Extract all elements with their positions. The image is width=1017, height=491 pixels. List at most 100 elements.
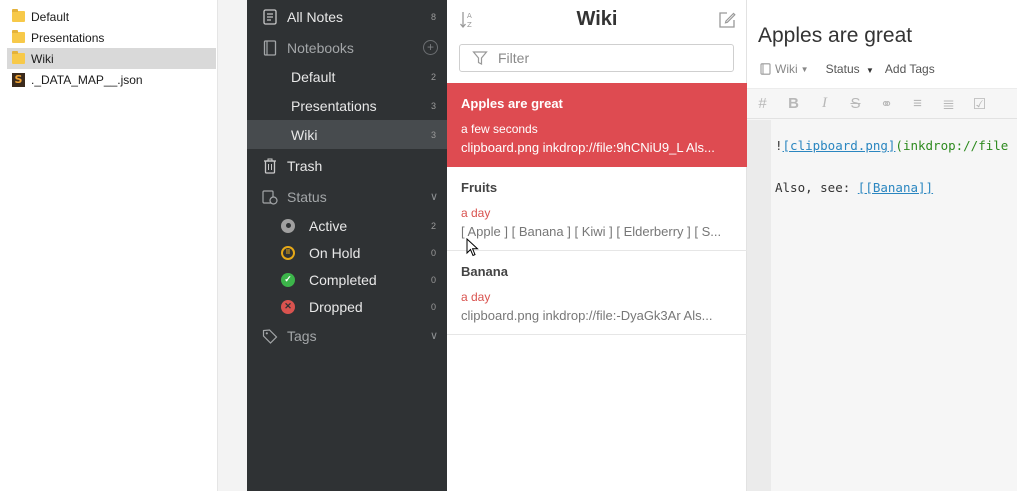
trash-icon — [262, 158, 278, 174]
strikethrough-icon[interactable]: S — [840, 95, 871, 112]
explorer-item-label: ._DATA_MAP__.json — [31, 72, 143, 87]
dropped-status-icon: ✕ — [281, 299, 295, 314]
note-editor: Apples are great Wiki ▼ Status ▼ Add Tag… — [747, 0, 1017, 491]
caret-down-icon: ▼ — [865, 66, 874, 75]
sidebar-item-status-on-hold[interactable]: II On Hold 0 — [247, 238, 447, 267]
new-note-icon[interactable] — [718, 11, 736, 29]
note-list-item[interactable]: Fruits a day [ Apple ] [ Banana ] [ Kiwi… — [447, 167, 747, 251]
sidebar-item-notebook-presentations[interactable]: Presentations 3 — [247, 91, 447, 120]
editor-line-image: ![clipboard.png](inkdrop://file — [775, 138, 1008, 153]
note-date: a day — [461, 290, 491, 304]
note-date: a few seconds — [461, 122, 538, 136]
note-title-input[interactable]: Apples are great — [758, 24, 912, 48]
note-preview: clipboard.png inkdrop://file:-DyaGk3Ar A… — [461, 308, 713, 323]
caret-down-icon: ▼ — [800, 64, 809, 74]
status-icon — [262, 189, 278, 205]
status-selector[interactable]: Status ▼ — [826, 62, 874, 76]
note-count: 0 — [430, 274, 436, 285]
explorer-item-label: Default — [31, 9, 70, 24]
sidebar-item-status-dropped[interactable]: ✕ Dropped 0 — [247, 292, 447, 321]
numbered-list-icon[interactable]: ≣ — [933, 95, 964, 113]
sidebar: All Notes 8 Notebooks + Default 2 Presen… — [247, 0, 447, 491]
status-selector-label: Status — [825, 62, 860, 76]
chevron-down-icon[interactable]: ∨ — [430, 329, 438, 342]
note-title: Fruits — [461, 180, 498, 195]
filter-placeholder: Filter — [498, 50, 530, 66]
image-bang: ! — [775, 138, 783, 153]
heading-icon[interactable]: # — [747, 95, 778, 112]
notes-icon — [262, 8, 278, 25]
chevron-down-icon[interactable]: ∨ — [430, 190, 438, 203]
sublime-file-icon: S — [12, 72, 25, 87]
notebook-selector-label: Wiki — [775, 62, 798, 76]
note-date: a day — [461, 206, 491, 220]
add-tags-button[interactable]: Add Tags — [885, 62, 935, 76]
active-status-icon — [281, 218, 295, 233]
line-prefix: Also, see: — [775, 180, 858, 195]
sidebar-section-status[interactable]: Status ∨ — [247, 182, 447, 211]
sidebar-item-label: Completed — [309, 271, 377, 288]
notebook-icon — [262, 39, 278, 56]
image-url: (inkdrop://file — [895, 138, 1009, 153]
explorer-file-data-map[interactable]: S ._DATA_MAP__.json — [7, 69, 216, 90]
bold-icon[interactable]: B — [778, 95, 809, 112]
sidebar-section-label: Tags — [287, 327, 317, 344]
explorer-folder-default[interactable]: Default — [7, 6, 216, 27]
sidebar-item-label: Presentations — [291, 97, 377, 114]
note-preview: [ Apple ] [ Banana ] [ Kiwi ] [ Elderber… — [461, 224, 722, 239]
sidebar-section-label: Status — [287, 188, 327, 205]
app-window: Default Presentations Wiki S ._DATA_MAP_… — [0, 0, 1017, 491]
note-preview: clipboard.png inkdrop://file:9hCNiU9_L A… — [461, 140, 715, 155]
mouse-cursor-icon — [466, 238, 479, 257]
note-list-item[interactable]: Apples are great a few seconds clipboard… — [447, 83, 747, 167]
filter-input[interactable]: Filter — [459, 44, 734, 72]
sidebar-item-label: Wiki — [291, 126, 318, 143]
notebook-title: Wiki — [576, 8, 618, 30]
image-link-text[interactable]: [clipboard.png] — [783, 138, 896, 153]
sidebar-item-all-notes[interactable]: All Notes 8 — [247, 2, 447, 31]
checkbox-list-icon[interactable]: ☑ — [964, 95, 995, 113]
tag-icon — [262, 328, 278, 344]
explorer-folder-presentations[interactable]: Presentations — [7, 27, 216, 48]
editor-line-see-also: Also, see: [[Banana]] — [775, 180, 933, 195]
sidebar-section-tags[interactable]: Tags ∨ — [247, 321, 447, 350]
note-list: AZ Wiki Filter Apples are great a few se… — [447, 0, 747, 491]
folder-icon — [12, 9, 25, 22]
note-count: 0 — [430, 247, 436, 258]
sidebar-item-label: Trash — [287, 157, 323, 174]
note-meta-bar: Wiki ▼ Status ▼ Add Tags — [760, 62, 935, 76]
note-count: 2 — [430, 220, 436, 231]
note-list-item[interactable]: Banana a day clipboard.png inkdrop://fil… — [447, 251, 747, 335]
explorer-folder-wiki[interactable]: Wiki — [7, 48, 216, 69]
editor-toolbar: # B I S ⚭ ≡ ≣ ☑ — [747, 88, 1017, 119]
sidebar-item-label: All Notes — [287, 8, 344, 25]
add-notebook-icon[interactable]: + — [423, 40, 438, 55]
notebook-selector[interactable]: Wiki ▼ — [760, 62, 809, 76]
window-gap — [218, 0, 247, 491]
filter-icon — [472, 50, 488, 66]
sidebar-section-notebooks[interactable]: Notebooks + — [247, 33, 447, 62]
file-explorer: Default Presentations Wiki S ._DATA_MAP_… — [0, 0, 218, 491]
sidebar-section-label: Notebooks — [287, 39, 354, 56]
link-icon[interactable]: ⚭ — [871, 95, 902, 113]
folder-icon — [12, 30, 25, 43]
sidebar-item-trash[interactable]: Trash — [247, 151, 447, 180]
note-title: Banana — [461, 264, 508, 279]
wiki-link[interactable]: [[Banana]] — [858, 180, 933, 195]
bullet-list-icon[interactable]: ≡ — [902, 95, 933, 112]
sidebar-item-notebook-wiki[interactable]: Wiki 3 — [247, 120, 447, 149]
sidebar-item-notebook-default[interactable]: Default 2 — [247, 62, 447, 91]
italic-icon[interactable]: I — [809, 95, 840, 112]
explorer-item-label: Wiki — [31, 51, 54, 66]
note-count: 3 — [430, 100, 436, 111]
note-list-header: AZ Wiki — [447, 0, 747, 40]
completed-status-icon: ✓ — [281, 272, 295, 287]
note-count: 2 — [430, 71, 436, 82]
note-count: 0 — [430, 301, 436, 312]
sidebar-item-label: Active — [309, 217, 348, 234]
note-count: 3 — [430, 129, 436, 140]
sidebar-item-status-active[interactable]: Active 2 — [247, 211, 447, 240]
explorer-item-label: Presentations — [31, 30, 105, 45]
editor-body[interactable]: ![clipboard.png](inkdrop://file Also, se… — [747, 120, 1017, 491]
sidebar-item-status-completed[interactable]: ✓ Completed 0 — [247, 265, 447, 294]
